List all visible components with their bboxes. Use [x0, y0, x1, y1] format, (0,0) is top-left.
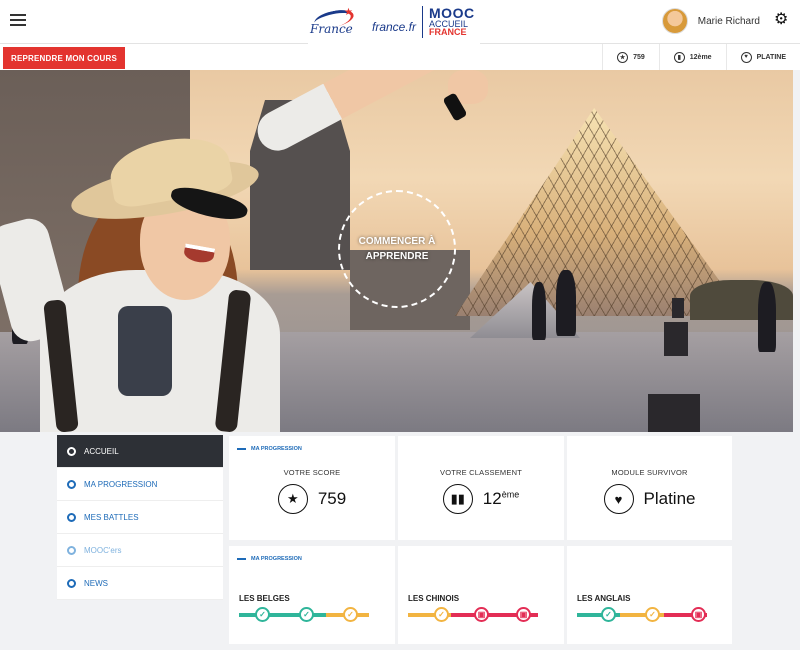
- site-logo[interactable]: ★ France france.fr MOOC ACCUEIL FRANCE: [308, 0, 480, 44]
- france-logo-mark: ★ France: [308, 5, 366, 39]
- team-name: LES CHINOIS: [408, 594, 460, 603]
- sidebar-item-news[interactable]: NEWS: [57, 567, 223, 600]
- progression-panel: MA PROGRESSION VOTRE SCORE ★ 759 VOTRE C…: [229, 436, 732, 540]
- lock-icon: ▣: [691, 607, 706, 622]
- sidebar-item-label: MA PROGRESSION: [84, 479, 158, 489]
- sidebar-nav: ACCUEIL MA PROGRESSION MES BATTLES MOOC'…: [57, 435, 223, 600]
- hero-trees: [690, 280, 793, 320]
- mooc-logo: MOOC ACCUEIL FRANCE: [429, 6, 475, 38]
- team-name: LES BELGES: [239, 594, 290, 603]
- check-icon: ✓: [343, 607, 358, 622]
- ranking-card: VOTRE CLASSEMENT ▮▮ 12ème: [398, 436, 564, 540]
- star-icon: ★: [344, 7, 353, 18]
- avatar[interactable]: [661, 8, 688, 34]
- start-learning-button[interactable]: COMMENCER À APPRENDRE: [338, 190, 456, 308]
- heart-icon: ♥: [603, 484, 634, 514]
- stat-score-value: 759: [633, 53, 645, 61]
- section-title: MA PROGRESSION: [237, 556, 302, 562]
- team-card-anglais[interactable]: LES ANGLAIS ✓ ✓ ▣: [567, 546, 732, 644]
- hero-person: [758, 282, 776, 352]
- gear-icon[interactable]: ⚙: [774, 12, 788, 28]
- logo-word: France: [310, 22, 353, 36]
- heart-icon: ♥: [740, 51, 752, 63]
- sidebar-item-moocers[interactable]: MOOC'ers: [57, 534, 223, 567]
- hero-banner: COMMENCER À APPRENDRE: [0, 70, 793, 432]
- team-card-chinois[interactable]: LES CHINOIS ✓ ▣ ▣: [398, 546, 564, 644]
- survivor-label: MODULE SURVIVOR: [611, 468, 688, 477]
- sidebar-item-accueil[interactable]: ACCUEIL: [57, 435, 223, 468]
- survivor-card: MODULE SURVIVOR ♥ Platine: [567, 436, 732, 540]
- check-icon: ✓: [645, 607, 660, 622]
- hero-woman-arm-right: [250, 70, 477, 158]
- sidebar-item-label: ACCUEIL: [84, 446, 119, 456]
- ranking-value: 12ème: [482, 489, 520, 508]
- ranking-icon: ▮: [673, 51, 685, 63]
- star-icon: ★: [617, 51, 629, 63]
- bar-chart-icon: ▮▮: [442, 484, 473, 514]
- sub-bar: REPRENDRE MON COURS ★ 759 ▮ 12ème ♥ PLAT…: [0, 44, 800, 70]
- check-icon: ✓: [434, 607, 449, 622]
- hero-woman-top: [118, 306, 172, 396]
- user-name: Marie Richard: [697, 15, 760, 27]
- ranking-label: VOTRE CLASSEMENT: [440, 468, 522, 477]
- team-name: LES ANGLAIS: [577, 594, 631, 603]
- logo-divider: [422, 6, 424, 38]
- lock-icon: ▣: [516, 607, 531, 622]
- stat-survivor[interactable]: ♥ PLATINE: [725, 44, 800, 70]
- progress-track: [577, 612, 707, 618]
- score-card: MA PROGRESSION VOTRE SCORE ★ 759: [229, 436, 395, 540]
- start-learning-label: COMMENCER À APPRENDRE: [358, 236, 436, 262]
- stats-bar: ★ 759 ▮ 12ème ♥ PLATINE: [602, 44, 800, 70]
- team-card-belges[interactable]: MA PROGRESSION LES BELGES ✓ ✓ ✓: [229, 546, 395, 644]
- check-icon: ✓: [255, 607, 270, 622]
- stat-ranking-value: 12ème: [689, 53, 712, 61]
- hero-bollard: [664, 322, 688, 356]
- top-bar: ★ France france.fr MOOC ACCUEIL FRANCE M…: [0, 0, 800, 44]
- user-menu[interactable]: Marie Richard: [661, 8, 760, 34]
- sidebar-item-label: MOOC'ers: [84, 545, 122, 555]
- resume-course-button[interactable]: REPRENDRE MON COURS: [3, 47, 126, 69]
- sidebar-item-label: NEWS: [84, 578, 108, 588]
- score-value: 759: [317, 489, 347, 508]
- stat-survivor-value: PLATINE: [756, 53, 786, 61]
- hamburger-menu-icon[interactable]: [10, 14, 26, 26]
- hero-person: [532, 282, 546, 340]
- check-icon: ✓: [299, 607, 314, 622]
- check-icon: ✓: [601, 607, 616, 622]
- stat-ranking[interactable]: ▮ 12ème: [658, 44, 726, 70]
- sidebar-item-label: MES BATTLES: [84, 512, 139, 522]
- hero-person: [556, 270, 576, 336]
- survivor-value: Platine: [643, 489, 696, 508]
- circle-icon: [67, 578, 76, 588]
- battles-panel: MA PROGRESSION LES BELGES ✓ ✓ ✓ LES CHIN…: [229, 546, 732, 644]
- sidebar-item-ma-progression[interactable]: MA PROGRESSION: [57, 468, 223, 501]
- circle-icon: [67, 512, 76, 522]
- circle-icon: [67, 446, 76, 456]
- hero-bollard: [672, 298, 684, 318]
- score-label: VOTRE SCORE: [283, 468, 341, 477]
- logo-site-name: france.fr: [372, 20, 417, 34]
- section-title-text: MA PROGRESSION: [251, 446, 302, 452]
- section-title: MA PROGRESSION: [237, 446, 302, 452]
- lock-icon: ▣: [474, 607, 489, 622]
- star-icon: ★: [277, 484, 308, 514]
- circle-icon: [67, 479, 76, 489]
- circle-icon: [67, 545, 76, 555]
- sidebar-item-mes-battles[interactable]: MES BATTLES: [57, 501, 223, 534]
- section-title-text: MA PROGRESSION: [251, 556, 302, 562]
- stat-score[interactable]: ★ 759: [602, 44, 659, 70]
- hero-bollard: [648, 394, 700, 432]
- mooc-logo-france: FRANCE: [429, 27, 467, 38]
